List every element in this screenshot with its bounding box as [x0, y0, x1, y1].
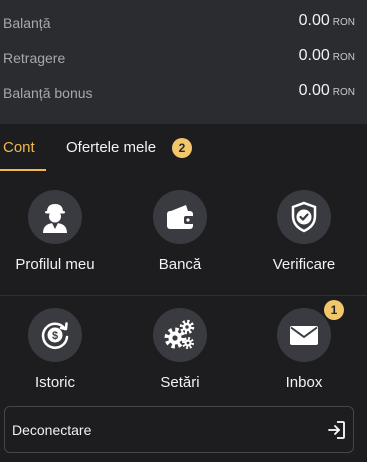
history-label: Istoric	[34, 374, 75, 391]
bank-tile[interactable]: Bancă	[125, 190, 235, 280]
shield-check-icon	[291, 201, 317, 233]
bonus-balance-value: 0.00	[298, 82, 330, 99]
tab-my-offers-label: Ofertele mele	[66, 139, 157, 156]
bonus-balance-label: Balanță bonus	[3, 85, 93, 101]
settings-tile[interactable]: Setări	[125, 308, 235, 398]
tab-cont-label: Cont	[3, 139, 35, 156]
withdrawal-value: 0.00	[298, 47, 330, 64]
logout-label: Deconectare	[12, 422, 92, 438]
verification-icon-circle	[277, 190, 331, 244]
withdrawal-label: Retragere	[3, 50, 66, 66]
envelope-icon	[290, 326, 318, 345]
profile-label: Profilul meu	[15, 256, 95, 273]
bonus-balance-amount: 0.00 RON	[299, 82, 355, 100]
bank-label: Bancă	[158, 256, 202, 273]
profile-icon-circle	[28, 190, 82, 244]
bonus-balance-row: Balanță bonus 0.00 RON	[0, 82, 367, 106]
balance-amount: 0.00 RON	[299, 12, 355, 30]
tabs-divider	[0, 295, 367, 296]
settings-icon-circle	[153, 308, 207, 362]
offers-count-badge: 2	[172, 138, 192, 158]
logout-button[interactable]: Deconectare	[4, 406, 354, 453]
currency-label: RON	[332, 17, 355, 28]
balance-value: 0.00	[298, 12, 330, 29]
svg-text:$: $	[52, 330, 58, 342]
verification-tile[interactable]: Verificare	[249, 190, 359, 280]
currency-label: RON	[332, 52, 355, 63]
inbox-icon-circle	[277, 308, 331, 362]
currency-label: RON	[332, 87, 355, 98]
withdrawal-row: Retragere 0.00 RON	[0, 47, 367, 71]
balance-label: Balanță	[3, 15, 51, 31]
gears-icon	[164, 319, 195, 349]
tab-cont[interactable]: Cont	[0, 124, 46, 172]
profile-tile[interactable]: Profilul meu	[0, 190, 110, 280]
balance-row: Balanță 0.00 RON	[0, 12, 367, 36]
tab-my-offers[interactable]: Ofertele mele 2	[60, 124, 200, 172]
account-tabs: Cont Ofertele mele 2	[0, 124, 367, 296]
user-icon	[43, 204, 67, 233]
active-tab-indicator	[0, 169, 46, 171]
verification-label: Verificare	[272, 256, 336, 273]
history-money-icon: $	[41, 322, 69, 349]
history-icon-circle: $	[28, 308, 82, 362]
withdrawal-amount: 0.00 RON	[299, 47, 355, 65]
bank-icon-circle	[153, 190, 207, 244]
inbox-tile[interactable]: 1 Inbox	[249, 300, 359, 398]
logout-icon	[328, 421, 345, 439]
inbox-label: Inbox	[285, 374, 323, 391]
balances-panel: Balanță 0.00 RON Retragere 0.00 RON Balanț…	[0, 0, 367, 124]
wallet-icon	[167, 205, 194, 229]
history-tile[interactable]: $ Istoric	[0, 308, 110, 398]
settings-label: Setări	[160, 374, 200, 391]
inbox-count-badge: 1	[324, 300, 344, 320]
